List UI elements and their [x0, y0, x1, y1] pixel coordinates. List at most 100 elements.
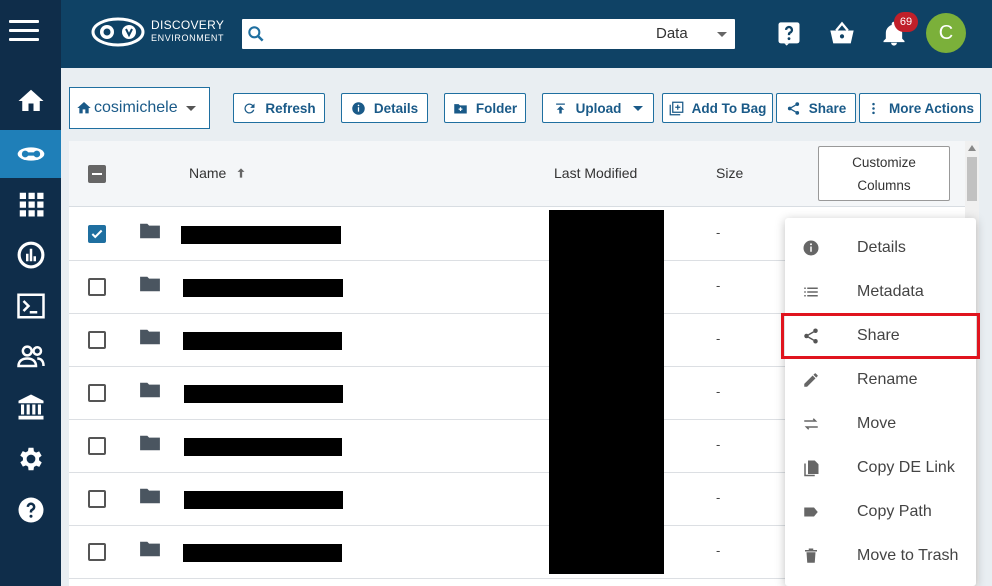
- details-button[interactable]: Details: [341, 93, 428, 123]
- terminal-icon: [16, 293, 45, 319]
- column-header-size[interactable]: Size: [716, 165, 743, 181]
- folder-icon: [140, 541, 160, 557]
- search-scope-select[interactable]: Data: [656, 25, 688, 42]
- collections-icon: [18, 394, 43, 420]
- redacted-name[interactable]: [184, 438, 342, 456]
- home-icon: [18, 89, 43, 111]
- menu-item-details[interactable]: Details: [785, 226, 976, 270]
- row-checkbox[interactable]: [88, 384, 106, 402]
- sidebar-item-settings[interactable]: [0, 435, 61, 483]
- folder-icon: [140, 382, 160, 398]
- refresh-label: Refresh: [265, 100, 316, 116]
- info-icon: [352, 101, 365, 115]
- search-icon[interactable]: [246, 24, 266, 44]
- pencil-icon: [804, 373, 818, 387]
- menu-item-copy-path[interactable]: Copy Path: [785, 490, 976, 534]
- more-actions-button[interactable]: More Actions: [859, 93, 981, 123]
- sidebar-item-analyses[interactable]: [0, 231, 61, 279]
- help-icon[interactable]: [775, 20, 803, 48]
- column-header-name[interactable]: Name: [189, 165, 248, 181]
- menu-item-label: Details: [857, 239, 906, 256]
- redacted-name[interactable]: [184, 385, 343, 403]
- size-cell: -: [716, 331, 721, 346]
- path-select-value: cosimichele: [94, 99, 178, 116]
- add-box-icon: [669, 101, 683, 115]
- redacted-name[interactable]: [184, 491, 343, 509]
- row-checkbox[interactable]: [88, 331, 106, 349]
- redacted-name[interactable]: [183, 332, 342, 350]
- logo-text: DISCOVERY ENVIRONMENT: [151, 19, 224, 45]
- size-cell: -: [716, 437, 721, 452]
- trash-icon: [805, 548, 817, 563]
- folder-icon: [140, 435, 160, 451]
- menu-item-rename[interactable]: Rename: [785, 358, 976, 402]
- row-checkbox[interactable]: [88, 225, 106, 243]
- row-checkbox[interactable]: [88, 437, 106, 455]
- size-cell: -: [716, 278, 721, 293]
- share-button[interactable]: Share: [776, 93, 856, 123]
- basket-icon[interactable]: [828, 20, 856, 48]
- select-all-checkbox[interactable]: [88, 165, 106, 183]
- menu-item-copy-de-link[interactable]: Copy DE Link: [785, 446, 976, 490]
- column-header-last-modified[interactable]: Last Modified: [554, 165, 637, 181]
- avatar[interactable]: C: [926, 13, 966, 53]
- redacted-name[interactable]: [183, 544, 342, 562]
- size-cell: -: [716, 384, 721, 399]
- new-folder-button[interactable]: Folder: [444, 93, 526, 123]
- folder-icon: [140, 223, 160, 239]
- chevron-down-icon: [185, 105, 196, 111]
- row-checkbox[interactable]: [88, 490, 106, 508]
- sidebar-item-collections[interactable]: [0, 383, 61, 431]
- global-search[interactable]: Data: [242, 19, 735, 49]
- share-icon: [787, 101, 799, 115]
- home-icon: [77, 102, 91, 114]
- swap-icon: [804, 418, 818, 430]
- sidebar-item-teams[interactable]: [0, 332, 61, 380]
- copy-icon: [804, 460, 819, 477]
- refresh-icon: [244, 103, 255, 114]
- folder-icon: [140, 276, 160, 292]
- sidebar-item-terminal[interactable]: [0, 282, 61, 330]
- chevron-down-icon: [633, 105, 644, 111]
- scroll-thumb[interactable]: [967, 157, 977, 201]
- folder-label: Folder: [475, 100, 518, 116]
- sidebar-item-home[interactable]: [0, 77, 61, 125]
- upload-icon: [555, 103, 565, 113]
- sidebar-item-data[interactable]: [0, 130, 61, 178]
- refresh-button[interactable]: Refresh: [233, 93, 325, 123]
- customize-line-2: Columns: [857, 178, 911, 193]
- list-icon: [804, 287, 818, 297]
- settings-icon: [19, 447, 42, 471]
- sidebar-item-apps[interactable]: [0, 180, 61, 228]
- help-icon: [18, 497, 43, 523]
- teams-icon: [16, 345, 45, 368]
- sidebar-item-help[interactable]: [0, 486, 61, 534]
- row-checkbox[interactable]: [88, 278, 106, 296]
- logo-line-1: DISCOVERY: [151, 18, 225, 32]
- sidebar: [0, 0, 61, 586]
- redacted-name[interactable]: [181, 226, 341, 244]
- size-cell: -: [716, 543, 721, 558]
- add-to-bag-button[interactable]: Add To Bag: [662, 93, 773, 123]
- menu-item-metadata[interactable]: Metadata: [785, 270, 976, 314]
- app-header: DISCOVERY ENVIRONMENT Data 69 C: [61, 0, 992, 68]
- menu-item-move-to-trash[interactable]: Move to Trash: [785, 534, 976, 578]
- chevron-down-icon[interactable]: [717, 32, 727, 37]
- path-select[interactable]: cosimichele: [69, 87, 210, 129]
- redacted-name[interactable]: [183, 279, 343, 297]
- scroll-up-arrow[interactable]: [968, 145, 976, 151]
- app-logo[interactable]: DISCOVERY ENVIRONMENT: [91, 16, 224, 48]
- folder-icon: [140, 488, 160, 504]
- customize-columns-button[interactable]: Customize Columns: [818, 146, 950, 201]
- menu-item-share[interactable]: Share: [785, 314, 976, 358]
- add-to-bag-label: Add To Bag: [691, 100, 767, 116]
- menu-item-move[interactable]: Move: [785, 402, 976, 446]
- row-checkbox[interactable]: [88, 543, 106, 561]
- upload-button[interactable]: Upload: [542, 93, 654, 123]
- more-actions-label: More Actions: [888, 100, 974, 116]
- size-cell: -: [716, 225, 721, 240]
- upload-label: Upload: [575, 100, 622, 116]
- hamburger-menu-icon[interactable]: [9, 20, 39, 46]
- more-vert-icon: [872, 102, 875, 114]
- column-name-label: Name: [189, 165, 227, 181]
